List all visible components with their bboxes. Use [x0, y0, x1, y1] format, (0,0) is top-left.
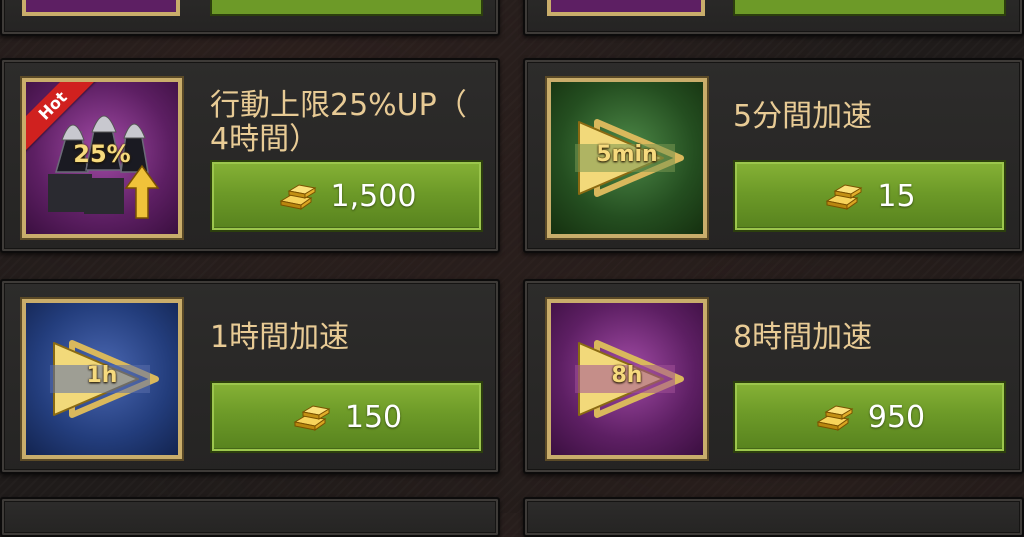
item-title-line1: 行動上限25%UP（: [210, 88, 467, 123]
shop-item-card-partial: [0, 0, 500, 36]
shop-item-card: 5min 5分間加速 15: [523, 58, 1024, 253]
shop-item-card-partial: [523, 0, 1024, 36]
item-icon-frame: [547, 0, 705, 16]
buy-button[interactable]: [210, 0, 483, 16]
price-label: 1,500: [330, 178, 417, 214]
item-icon-frame[interactable]: 25% Hot: [22, 78, 182, 238]
item-badge-label: 5min: [596, 142, 658, 167]
item-title: 行動上限25%UP（ 4時間）: [210, 89, 467, 157]
buy-button[interactable]: 950: [733, 381, 1006, 453]
gold-bars-icon: [279, 184, 316, 210]
buy-button[interactable]: 1,500: [210, 160, 483, 232]
item-icon-frame: [22, 0, 180, 16]
shop-item-card-partial: [523, 497, 1024, 537]
gold-bars-icon: [826, 184, 863, 210]
item-title: 5分間加速: [733, 99, 873, 134]
item-title: 8時間加速: [733, 320, 873, 355]
item-badge-label: 1h: [86, 363, 118, 388]
price-label: 15: [877, 178, 916, 214]
shop-item-card: 8h 8時間加速 950: [523, 279, 1024, 474]
item-icon-frame[interactable]: 8h: [547, 299, 707, 459]
shop-item-card: 1h 1時間加速 150: [0, 279, 500, 474]
item-badge-label: 25%: [73, 140, 131, 168]
buy-button[interactable]: [733, 0, 1006, 16]
item-badge-label: 8h: [611, 363, 643, 388]
gold-bars-icon: [293, 405, 331, 431]
item-title-line2: 4時間）: [210, 122, 320, 157]
buy-button[interactable]: 150: [210, 381, 483, 453]
gold-bars-icon: [816, 405, 854, 431]
shop-item-card-partial: [0, 497, 500, 537]
item-icon-frame[interactable]: 1h: [22, 299, 182, 459]
item-icon-frame[interactable]: 5min: [547, 78, 707, 238]
item-title: 1時間加速: [210, 320, 350, 355]
price-label: 150: [344, 399, 403, 435]
price-label: 950: [867, 399, 926, 435]
shop-item-card: 25% Hot 行動上限25%UP（ 4時間） 1,500: [0, 58, 500, 253]
buy-button[interactable]: 15: [733, 160, 1006, 232]
